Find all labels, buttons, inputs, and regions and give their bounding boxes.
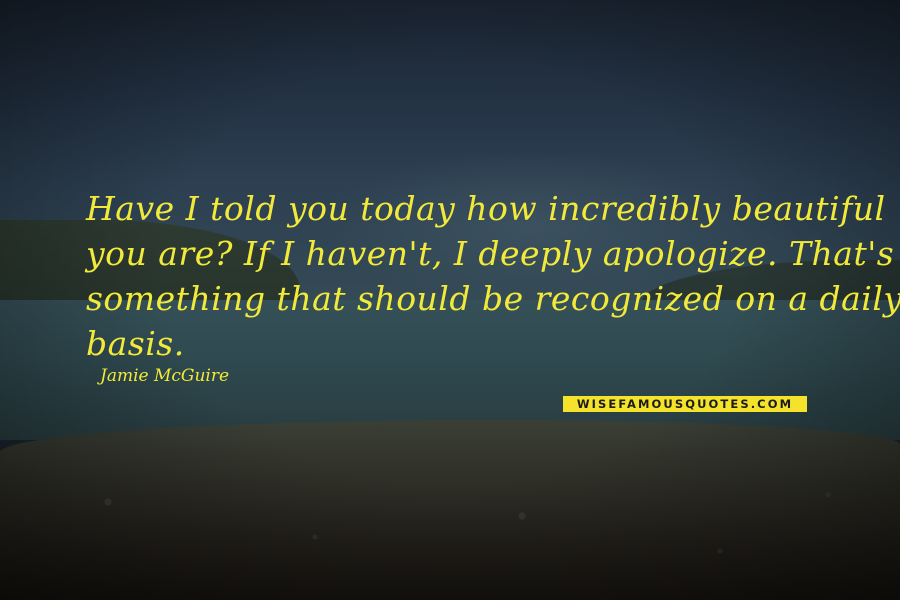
quote-author: Jamie McGuire [100, 366, 230, 386]
watermark-badge: WISEFAMOUSQUOTES.COM [563, 396, 807, 412]
quote-line-4: basis. [86, 324, 185, 363]
quote-text: Have I told you today how incredibly bea… [86, 186, 900, 366]
watermark-text: WISEFAMOUSQUOTES.COM [576, 397, 794, 411]
quote-line-1: Have I told you today how incredibly bea… [86, 189, 886, 228]
quote-line-3: something that should be recognized on a… [86, 279, 900, 318]
quote-line-2: you are? If I haven't, I deeply apologiz… [86, 234, 895, 273]
